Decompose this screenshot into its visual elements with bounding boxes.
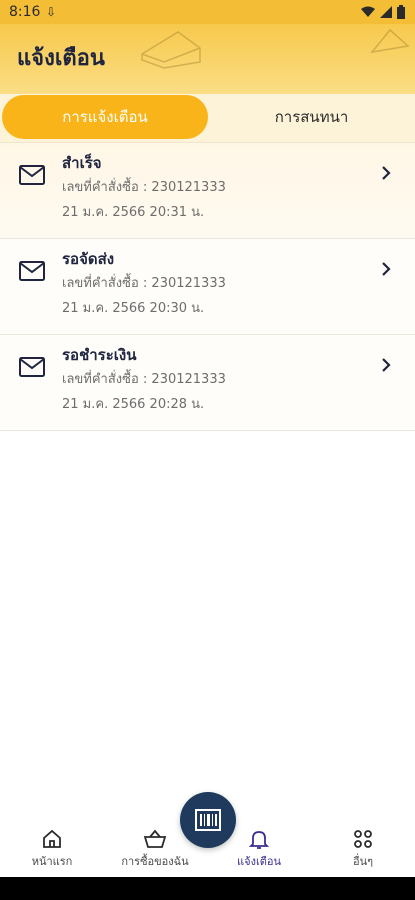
nav-more-label: อื่นๆ: [352, 855, 374, 868]
chevron-right-icon: [382, 262, 391, 276]
notification-item[interactable]: สำเร็จ เลขที่คำสั่งซื้อ : 230121333 21 ม…: [0, 143, 415, 239]
notification-date: 21 ม.ค. 2566 20:28 น.: [62, 397, 205, 412]
notification-title: รอชำระเงิน: [62, 346, 137, 364]
download-icon: ⇩: [46, 5, 57, 19]
status-icons: [361, 5, 405, 19]
barcode-icon: [195, 809, 221, 831]
notification-list: สำเร็จ เลขที่คำสั่งซื้อ : 230121333 21 ม…: [0, 143, 415, 431]
scan-button[interactable]: [180, 792, 236, 848]
nav-home[interactable]: หน้าแรก: [2, 828, 102, 870]
basket-icon: [143, 829, 167, 848]
notification-date: 21 ม.ค. 2566 20:30 น.: [62, 301, 205, 316]
order-number: เลขที่คำสั่งซื้อ : 230121333: [62, 276, 226, 291]
status-bar: 8:16 ⇩: [0, 0, 415, 24]
wifi-icon: [361, 6, 375, 17]
nav-home-label: หน้าแรก: [31, 855, 73, 868]
envelope-icon: [19, 357, 45, 377]
nav-notifications-label: แจ้งเตือน: [237, 855, 281, 868]
envelope-icon: [19, 261, 45, 281]
cheese-decoration-icon: [370, 28, 410, 54]
cake-decoration-icon: [141, 31, 201, 69]
chevron-right-icon: [382, 358, 391, 372]
status-time: 8:16: [9, 4, 41, 20]
home-icon: [43, 829, 61, 848]
notification-item[interactable]: รอจัดส่ง เลขที่คำสั่งซื้อ : 230121333 21…: [0, 239, 415, 335]
system-navigation-bar: [0, 877, 415, 900]
notification-title: สำเร็จ: [62, 154, 102, 172]
envelope-icon: [19, 165, 45, 185]
page-title: แจ้งเตือน: [17, 46, 105, 71]
signal-icon: [380, 6, 392, 18]
order-number: เลขที่คำสั่งซื้อ : 230121333: [62, 372, 226, 387]
order-number: เลขที่คำสั่งซื้อ : 230121333: [62, 180, 226, 195]
tab-notifications[interactable]: การแจ้งเตือน: [2, 95, 208, 139]
header: แจ้งเตือน: [0, 24, 415, 100]
nav-more[interactable]: อื่นๆ: [313, 828, 413, 870]
notification-item[interactable]: รอชำระเงิน เลขที่คำสั่งซื้อ : 230121333 …: [0, 335, 415, 431]
nav-my-purchases-label: การซื้อของฉัน: [121, 855, 189, 868]
grid-icon: [354, 830, 372, 848]
battery-icon: [397, 5, 405, 19]
tab-chat[interactable]: การสนทนา: [210, 95, 413, 139]
bell-icon: [248, 831, 270, 849]
tab-bar: การแจ้งเตือน การสนทนา: [0, 94, 415, 143]
notification-date: 21 ม.ค. 2566 20:31 น.: [62, 205, 205, 220]
notification-title: รอจัดส่ง: [62, 250, 115, 268]
chevron-right-icon: [382, 166, 391, 180]
